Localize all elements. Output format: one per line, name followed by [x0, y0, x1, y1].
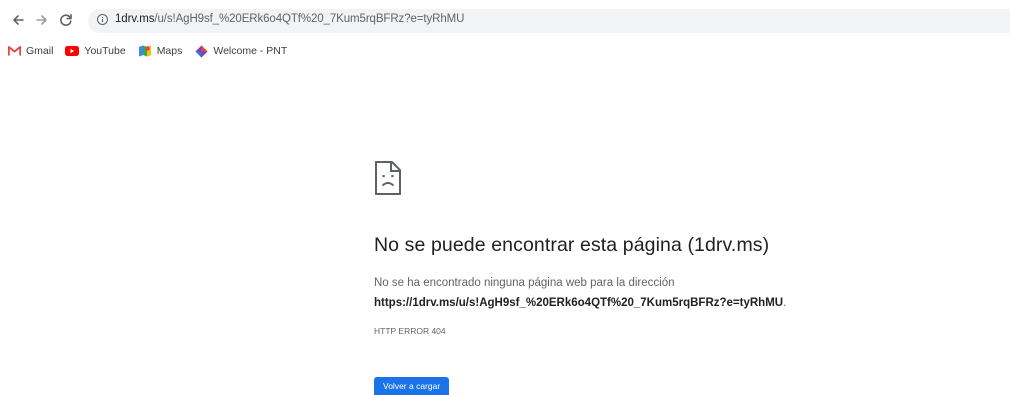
bookmark-youtube[interactable]: YouTube [65, 44, 126, 58]
browser-toolbar: 1drv.ms/u/s!AgH9sf_%20ERk6o4QTf%20_7Kum5… [0, 0, 1010, 40]
sad-page-icon [375, 161, 401, 195]
gmail-icon [7, 44, 21, 58]
maps-icon [138, 44, 152, 58]
bookmark-label: Maps [156, 45, 183, 57]
error-title: No se puede encontrar esta página (1drv.… [374, 234, 770, 256]
error-message-end: . [783, 297, 787, 309]
bookmark-label: Welcome - PNT [213, 45, 288, 57]
youtube-icon [65, 44, 80, 58]
bookmark-maps[interactable]: Maps [138, 44, 183, 58]
back-arrow-icon [13, 15, 24, 25]
url-path: /u/s!AgH9sf_%20ERk6o4QTf%20_7Kum5rqBFRz?… [154, 13, 465, 25]
reload-button[interactable] [56, 10, 76, 30]
pnt-icon [194, 44, 208, 58]
bookmark-gmail[interactable]: Gmail [7, 44, 53, 58]
reload-icon [60, 14, 72, 26]
forward-arrow-icon [36, 15, 47, 25]
url-host: 1drv.ms [115, 13, 155, 25]
url-text[interactable]: 1drv.ms/u/s!AgH9sf_%20ERk6o4QTf%20_7Kum5… [115, 13, 464, 25]
back-button[interactable] [8, 10, 28, 30]
forward-button[interactable] [32, 10, 52, 30]
info-icon[interactable] [97, 14, 108, 25]
bookmark-label: Gmail [26, 45, 54, 57]
bookmark-welcome-pnt[interactable]: Welcome - PNT [194, 44, 287, 58]
error-url: https://1drv.ms/u/s!AgH9sf_%20ERk6o4QTf%… [374, 297, 784, 309]
reload-page-button[interactable]: Volver a cargar [374, 377, 450, 395]
error-message-line: No se ha encontrado ninguna página web p… [374, 277, 675, 289]
address-bar[interactable]: 1drv.ms/u/s!AgH9sf_%20ERk6o4QTf%20_7Kum5… [88, 9, 1010, 33]
bookmark-label: YouTube [84, 45, 126, 57]
error-message: No se ha encontrado ninguna página web p… [374, 273, 786, 313]
bookmarks-bar: Gmail YouTube Maps Welcome - PNT [0, 40, 1010, 62]
error-code: HTTP ERROR 404 [374, 326, 446, 336]
